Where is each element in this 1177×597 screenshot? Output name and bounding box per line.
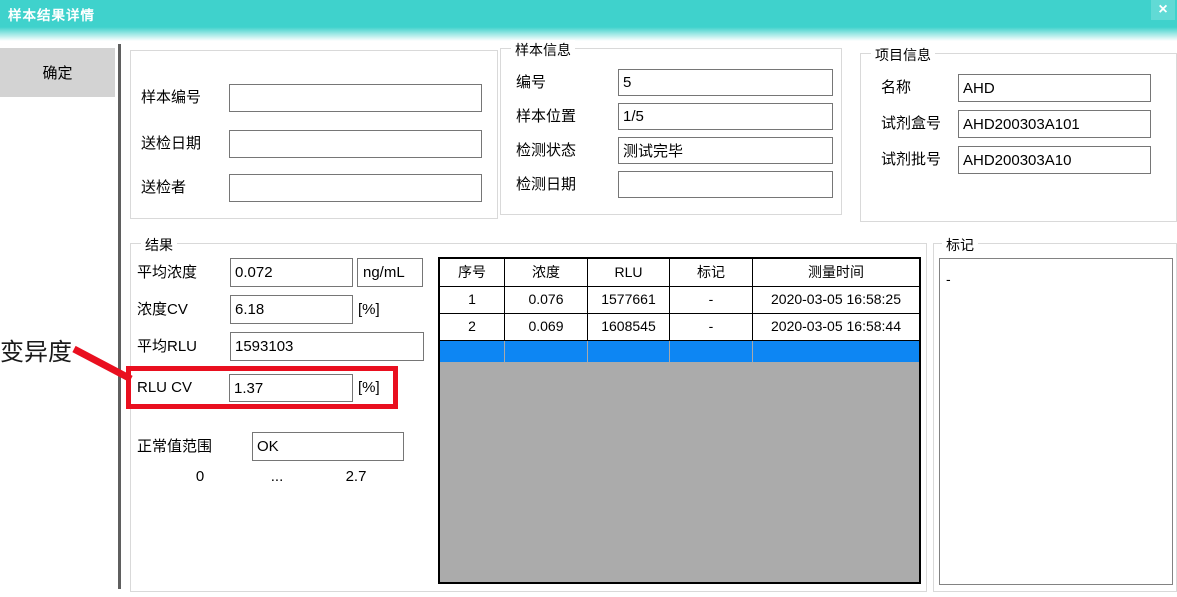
rlu-cv-label: RLU CV — [137, 374, 192, 402]
rlu-cv-unit: [%] — [358, 374, 380, 402]
cell-mark: - — [670, 287, 753, 313]
mark-listbox[interactable]: - — [939, 258, 1173, 585]
dialog-title: 样本结果详情 — [8, 4, 95, 24]
sample-result-dialog: 样本结果详情 × 确定 样本编号 送检日期 送检者 样本信息 编号 样本位置 检… — [0, 0, 1177, 597]
table-row[interactable]: 2 0.069 1608545 - 2020-03-05 16:58:44 — [440, 314, 919, 341]
submitter-label: 送检者 — [141, 174, 186, 202]
col-header-mark: 标记 — [670, 259, 753, 286]
close-icon[interactable]: × — [1151, 0, 1175, 20]
cell-mark: - — [670, 314, 753, 340]
range-max: 2.7 — [338, 468, 374, 485]
col-header-seq: 序号 — [440, 259, 505, 286]
conc-cv-input[interactable] — [230, 295, 353, 324]
number-label: 编号 — [516, 69, 546, 96]
lot-no-input[interactable] — [958, 146, 1151, 174]
range-min: 0 — [185, 468, 215, 485]
cell-empty — [753, 341, 919, 362]
cell-empty — [588, 341, 670, 362]
cell-empty — [505, 341, 588, 362]
table-header-row: 序号 浓度 RLU 标记 测量时间 — [440, 259, 919, 287]
col-header-time: 测量时间 — [753, 259, 919, 286]
vertical-divider — [118, 44, 121, 589]
project-info-title: 项目信息 — [871, 45, 935, 65]
conc-cv-unit: [%] — [358, 295, 380, 324]
kit-no-input[interactable] — [958, 110, 1151, 138]
normal-range-input[interactable] — [252, 432, 404, 461]
avg-conc-input[interactable] — [230, 258, 353, 287]
lot-no-label: 试剂批号 — [881, 146, 941, 174]
title-bar: 样本结果详情 × — [0, 0, 1177, 41]
range-dots: ... — [262, 468, 292, 485]
mark-group: 标记 - — [933, 243, 1177, 592]
number-input[interactable] — [618, 69, 833, 96]
avg-rlu-input[interactable] — [230, 332, 424, 361]
avg-conc-label: 平均浓度 — [137, 258, 197, 287]
cell-time: 2020-03-05 16:58:44 — [753, 314, 919, 340]
table-row-selected[interactable] — [440, 341, 919, 362]
position-input[interactable] — [618, 103, 833, 130]
cell-time: 2020-03-05 16:58:25 — [753, 287, 919, 313]
submitter-input[interactable] — [229, 174, 482, 202]
name-label: 名称 — [881, 74, 911, 102]
name-input[interactable] — [958, 74, 1151, 102]
cell-conc: 0.069 — [505, 314, 588, 340]
status-label: 检测状态 — [516, 137, 576, 164]
cell-empty — [670, 341, 753, 362]
annotation-label: 变异度 — [0, 332, 72, 367]
results-title: 结果 — [141, 235, 177, 255]
avg-conc-unit: ng/mL — [357, 258, 423, 287]
mark-title: 标记 — [942, 235, 978, 255]
cell-rlu: 1608545 — [588, 314, 670, 340]
status-input[interactable] — [618, 137, 833, 164]
cell-rlu: 1577661 — [588, 287, 670, 313]
cell-conc: 0.076 — [505, 287, 588, 313]
sample-info-group: 样本信息 编号 样本位置 检测状态 检测日期 — [500, 48, 842, 215]
test-date-input[interactable] — [618, 171, 833, 198]
submit-date-input[interactable] — [229, 130, 482, 158]
test-date-label: 检测日期 — [516, 171, 576, 198]
avg-rlu-label: 平均RLU — [137, 332, 197, 361]
cell-empty — [440, 341, 505, 362]
position-label: 样本位置 — [516, 103, 576, 130]
measurements-table: 序号 浓度 RLU 标记 测量时间 1 0.076 1577661 - 2020… — [438, 257, 921, 584]
normal-range-label: 正常值范围 — [137, 432, 212, 461]
submit-date-label: 送检日期 — [141, 130, 201, 158]
rlu-cv-input[interactable] — [229, 374, 353, 402]
col-header-conc: 浓度 — [505, 259, 588, 286]
table-row[interactable]: 1 0.076 1577661 - 2020-03-05 16:58:25 — [440, 287, 919, 314]
cell-seq: 2 — [440, 314, 505, 340]
sample-no-label: 样本编号 — [141, 84, 201, 112]
sample-info-title: 样本信息 — [511, 40, 575, 60]
request-form-group: 样本编号 送检日期 送检者 — [130, 50, 498, 219]
mark-content: - — [946, 271, 951, 287]
sample-no-input[interactable] — [229, 84, 482, 112]
cell-seq: 1 — [440, 287, 505, 313]
project-info-group: 项目信息 名称 试剂盒号 试剂批号 — [860, 53, 1177, 222]
col-header-rlu: RLU — [588, 259, 670, 286]
ok-button[interactable]: 确定 — [0, 48, 115, 97]
conc-cv-label: 浓度CV — [137, 295, 188, 324]
kit-no-label: 试剂盒号 — [881, 110, 941, 138]
